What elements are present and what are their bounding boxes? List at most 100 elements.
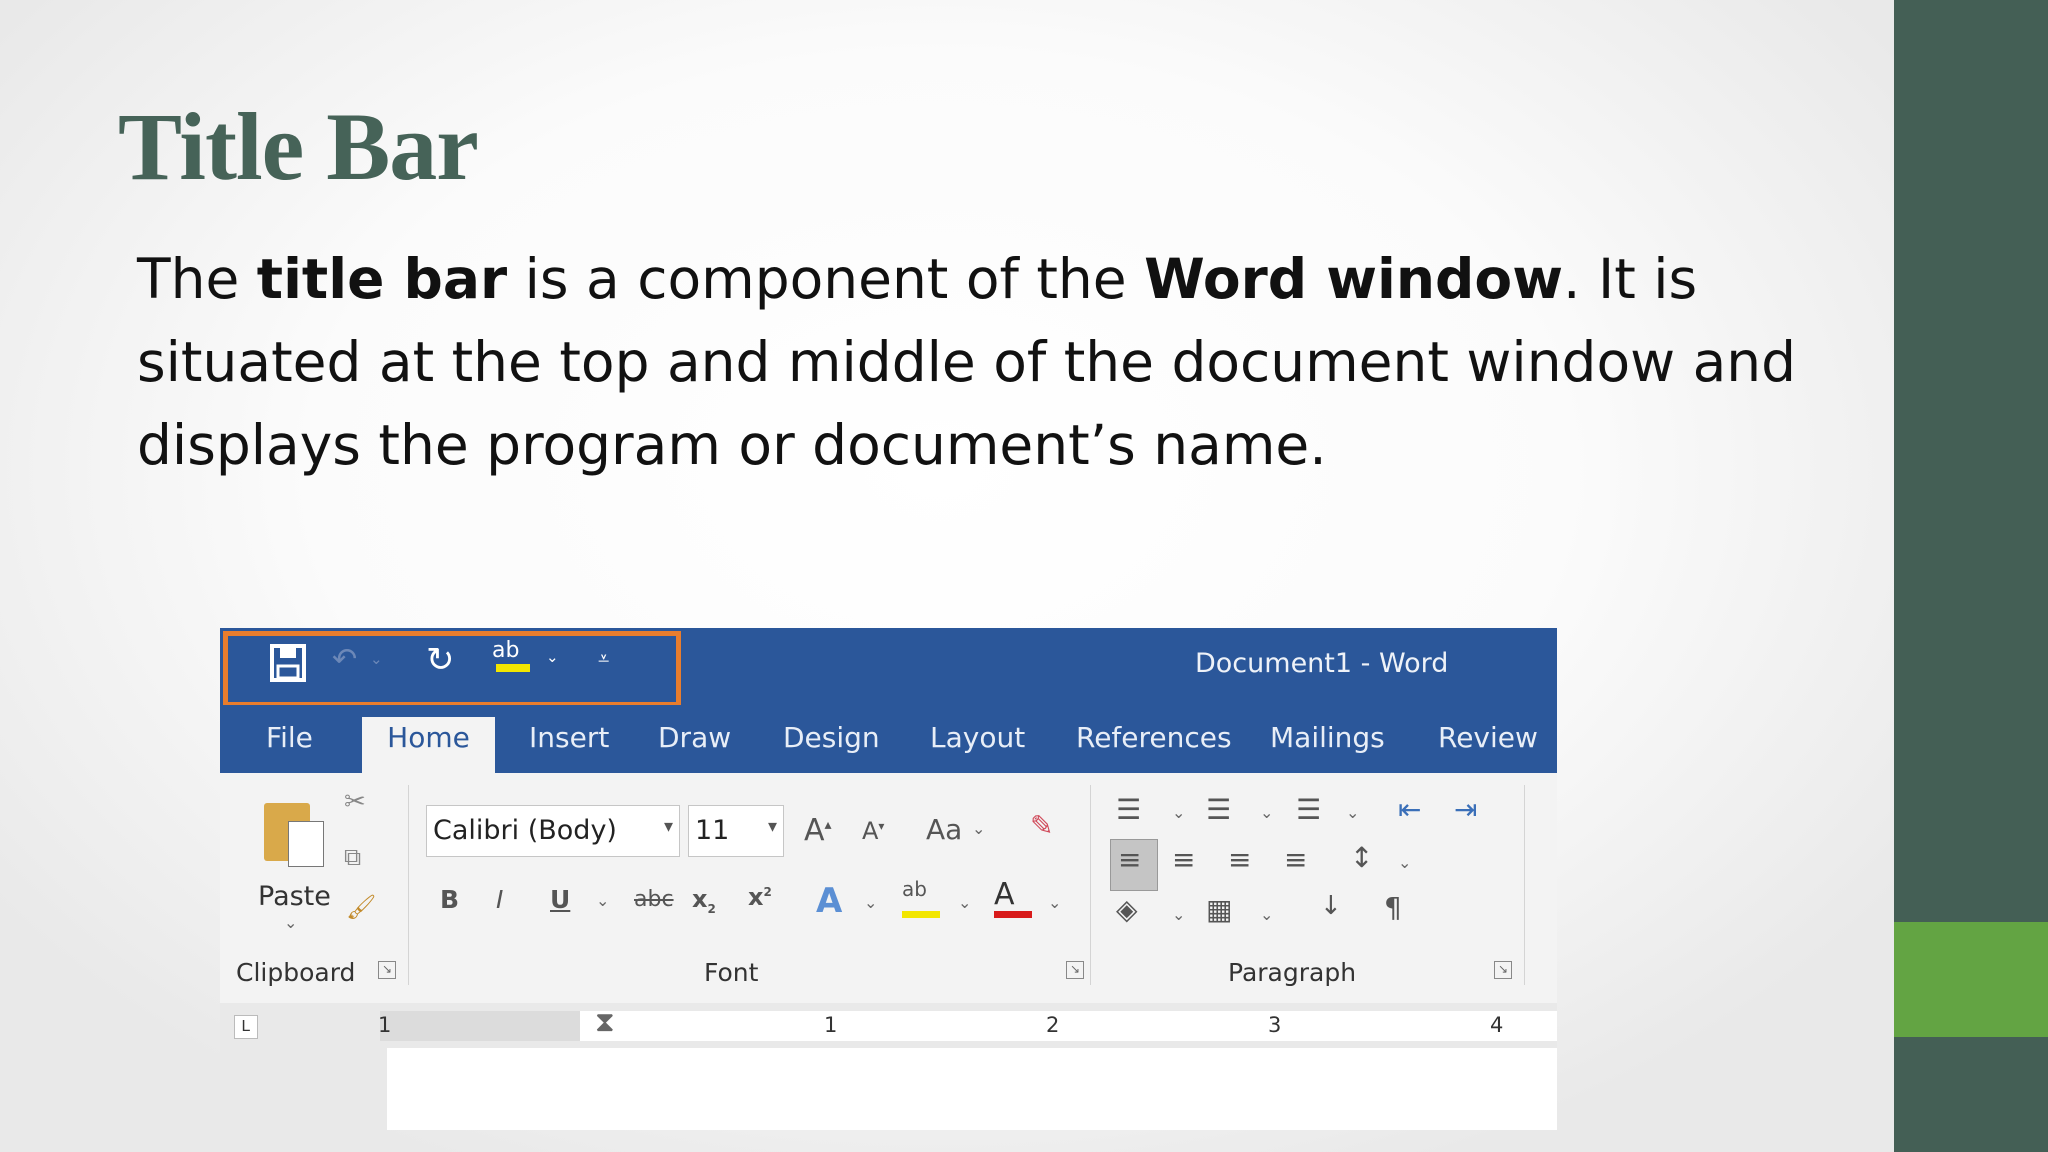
underline-button[interactable]: U (550, 885, 570, 914)
underline-dropdown-icon[interactable]: ⌄ (596, 891, 609, 910)
horizontal-ruler: L 1 ⧗ 1 2 3 4 (220, 1003, 1557, 1048)
numbering-dropdown-icon[interactable]: ⌄ (1260, 803, 1273, 822)
font-name-dropdown[interactable]: Calibri (Body) ▾ (426, 805, 680, 857)
paragraph-group-label: Paragraph (1228, 958, 1357, 987)
tab-selector-icon[interactable]: L (234, 1015, 258, 1039)
spelling-icon[interactable]: ab (490, 638, 534, 684)
clipboard-launcher-icon[interactable]: ↘ (378, 961, 396, 979)
ribbon-tabs: File Home Insert Draw Design Layout Refe… (220, 705, 1557, 773)
highlight-dropdown-icon[interactable]: ⌄ (958, 893, 971, 912)
ruler-label: 1 (378, 1013, 392, 1037)
multilevel-dropdown-icon[interactable]: ⌄ (1346, 803, 1359, 822)
superscript-label: x (748, 883, 764, 911)
highlight-color-bar (902, 911, 940, 918)
superscript-button[interactable]: x2 (748, 883, 772, 911)
text-highlight-icon[interactable]: ab (902, 877, 927, 901)
align-left-icon[interactable]: ≡ (1118, 843, 1141, 876)
italic-button[interactable]: I (496, 885, 503, 914)
tab-draw[interactable]: Draw (658, 721, 731, 754)
line-spacing-icon[interactable]: ↕ (1350, 841, 1373, 874)
spelling-dropdown-icon[interactable]: ⌄ (546, 648, 559, 666)
tab-layout[interactable]: Layout (930, 721, 1025, 754)
chevron-down-icon: ▾ (663, 816, 673, 837)
save-icon[interactable] (268, 642, 308, 688)
borders-icon[interactable]: ▦ (1206, 893, 1232, 926)
word-title-bar: ↶ ⌄ ↻ ab ⌄ ⩡ Document1 - Word (220, 628, 1557, 707)
slide-title: Title Bar (118, 93, 479, 200)
paste-sheet-icon (288, 821, 324, 867)
vertical-ruler (234, 1048, 258, 1130)
line-spacing-dropdown-icon[interactable]: ⌄ (1398, 853, 1411, 872)
undo-dropdown-icon[interactable]: ⌄ (370, 650, 383, 668)
body-bold-title-bar: title bar (256, 247, 508, 311)
font-color-icon[interactable]: A (994, 877, 1015, 912)
tab-review[interactable]: Review (1438, 721, 1538, 754)
document-title: Document1 - Word (1195, 648, 1449, 679)
bullets-icon[interactable]: ☰ (1116, 793, 1141, 826)
sidebar-accent (1894, 922, 2048, 1037)
sort-icon[interactable]: ↓ (1320, 891, 1342, 921)
tab-mailings[interactable]: Mailings (1270, 721, 1385, 754)
change-case-dropdown-icon[interactable]: ⌄ (972, 819, 985, 838)
tab-insert[interactable]: Insert (529, 721, 609, 754)
ribbon-divider (408, 785, 409, 985)
ruler-margin (380, 1011, 580, 1041)
font-group-label: Font (704, 958, 759, 987)
body-text-1: The (137, 247, 257, 311)
decrease-indent-icon[interactable]: ⇤ (1398, 793, 1421, 826)
undo-icon[interactable]: ↶ (332, 642, 357, 677)
body-bold-word-window: Word window (1144, 247, 1564, 311)
font-launcher-icon[interactable]: ↘ (1066, 961, 1084, 979)
body-text-2: is a component of the (507, 247, 1145, 311)
text-effects-icon[interactable]: A (816, 881, 842, 921)
shading-dropdown-icon[interactable]: ⌄ (1172, 905, 1185, 924)
tab-design[interactable]: Design (783, 721, 880, 754)
format-painter-icon[interactable]: 🖌 (346, 893, 376, 921)
font-name-value: Calibri (Body) (433, 815, 617, 846)
word-window-screenshot: ↶ ⌄ ↻ ab ⌄ ⩡ Document1 - Word File Home … (220, 628, 1557, 1130)
multilevel-list-icon[interactable]: ☰ (1296, 793, 1321, 826)
redo-icon[interactable]: ↻ (426, 640, 455, 680)
document-page[interactable] (387, 1048, 1557, 1130)
customize-quick-access-icon[interactable]: ⩡ (598, 646, 609, 670)
slide-body: The title bar is a component of the Word… (137, 238, 1857, 487)
tab-home[interactable]: Home (362, 717, 495, 773)
bullets-dropdown-icon[interactable]: ⌄ (1172, 803, 1185, 822)
clipboard-group-label: Clipboard (236, 958, 356, 987)
tab-references[interactable]: References (1076, 721, 1232, 754)
font-size-dropdown[interactable]: 11 ▾ (688, 805, 784, 857)
bold-button[interactable]: B (440, 885, 459, 914)
font-color-bar (994, 911, 1032, 918)
subscript-button[interactable]: x2 (692, 885, 716, 916)
strikethrough-button[interactable]: abc (634, 887, 674, 912)
font-size-value: 11 (695, 815, 730, 846)
indent-marker-icon[interactable]: ⧗ (595, 1005, 615, 1039)
shrink-font-icon[interactable]: A▾ (862, 817, 884, 845)
paste-dropdown-icon[interactable]: ⌄ (284, 913, 297, 932)
align-right-icon[interactable]: ≡ (1228, 843, 1251, 876)
text-effects-dropdown-icon[interactable]: ⌄ (864, 893, 877, 912)
clear-formatting-icon[interactable]: ✎ (1030, 809, 1053, 842)
borders-dropdown-icon[interactable]: ⌄ (1260, 905, 1273, 924)
ribbon-home: Paste ⌄ ✂ ⧉ 🖌 Clipboard ↘ Calibri (Body)… (220, 773, 1557, 1003)
font-color-dropdown-icon[interactable]: ⌄ (1048, 893, 1061, 912)
numbering-icon[interactable]: ☰ (1206, 793, 1231, 826)
justify-icon[interactable]: ≡ (1284, 843, 1307, 876)
ruler-label: 3 (1268, 1013, 1282, 1037)
cut-icon[interactable]: ✂ (344, 787, 366, 817)
ribbon-divider (1524, 785, 1525, 985)
increase-indent-icon[interactable]: ⇥ (1454, 793, 1477, 826)
change-case-button[interactable]: Aa (926, 813, 962, 846)
shading-icon[interactable]: ◈ (1116, 893, 1138, 926)
copy-icon[interactable]: ⧉ (344, 843, 361, 871)
chevron-down-icon: ▾ (767, 816, 777, 837)
paragraph-launcher-icon[interactable]: ↘ (1494, 961, 1512, 979)
ruler-label: 1 (824, 1013, 838, 1037)
align-center-icon[interactable]: ≡ (1172, 843, 1195, 876)
show-formatting-button[interactable]: ¶ (1384, 891, 1402, 924)
ribbon-divider (1090, 785, 1091, 985)
tab-file[interactable]: File (266, 721, 313, 754)
paste-button-label[interactable]: Paste (258, 881, 331, 912)
grow-font-icon[interactable]: A▴ (804, 813, 832, 848)
ruler-label: 2 (1046, 1013, 1060, 1037)
